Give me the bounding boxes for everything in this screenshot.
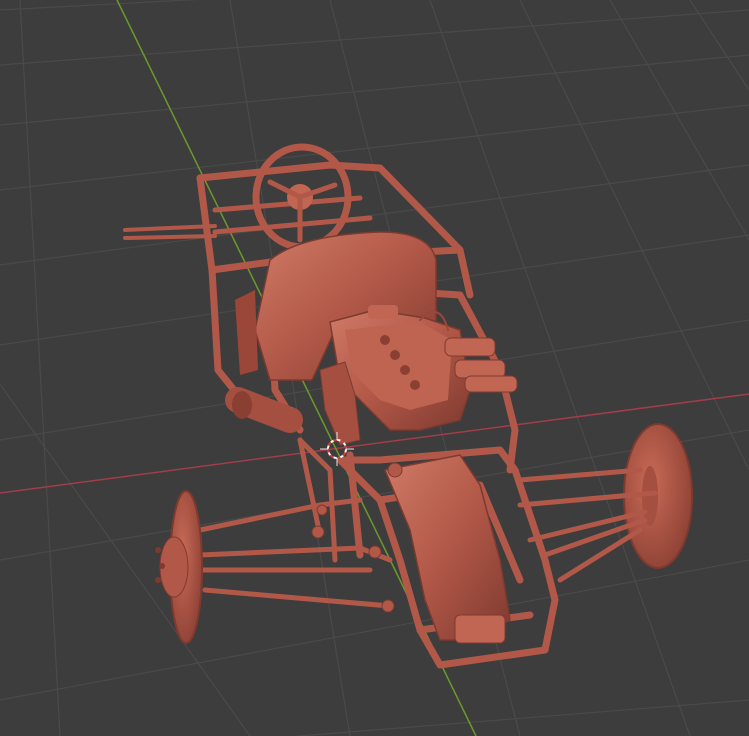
transaxle <box>384 454 511 641</box>
nose-block <box>454 614 506 644</box>
seat-side <box>235 290 258 375</box>
left-wheel <box>155 490 203 644</box>
steering-wheel <box>252 143 352 251</box>
3d-viewport[interactable] <box>0 0 749 736</box>
viewport-canvas[interactable] <box>0 0 749 736</box>
engine <box>319 305 518 446</box>
